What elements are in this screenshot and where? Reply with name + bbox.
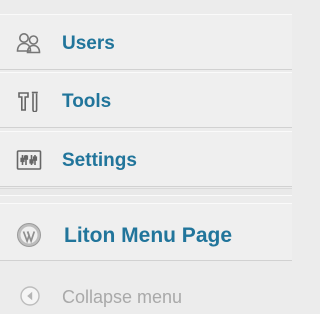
- admin-sidebar-menu: Users Tools Settings Liton Menu Page Col…: [0, 0, 292, 314]
- menu-item-tools[interactable]: Tools: [0, 72, 292, 128]
- menu-item-label: Users: [62, 33, 115, 54]
- menu-item-users[interactable]: Users: [0, 14, 292, 70]
- menu-item-liton-menu-page[interactable]: Liton Menu Page: [0, 203, 292, 261]
- collapse-menu-button[interactable]: Collapse menu: [0, 270, 292, 314]
- menu-separator: [0, 188, 292, 196]
- settings-icon: [16, 150, 42, 170]
- collapse-menu-label: Collapse menu: [62, 287, 183, 307]
- menu-item-label: Liton Menu Page: [64, 224, 232, 247]
- wordpress-icon: [17, 223, 41, 247]
- menu-item-settings[interactable]: Settings: [0, 131, 292, 187]
- tools-icon: [18, 91, 38, 112]
- users-icon: [16, 33, 41, 54]
- collapse-arrow-icon: [20, 286, 40, 306]
- menu-item-label: Settings: [62, 150, 137, 171]
- menu-item-label: Tools: [62, 91, 112, 112]
